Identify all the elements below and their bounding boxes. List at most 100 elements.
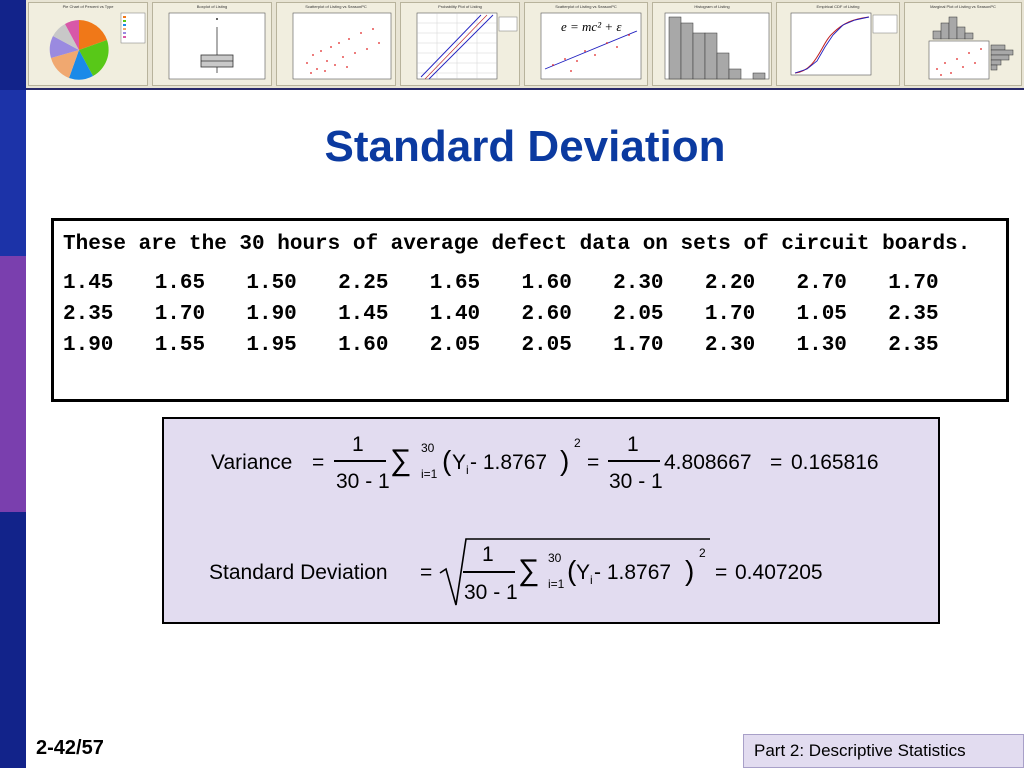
thumbnail-scatterplot: Scatterplot of Listing vs SeasonPC (276, 2, 396, 86)
marginal-plot-graphic (928, 16, 1014, 80)
data-value: 1.95 (246, 334, 297, 357)
empirical-cdf-graphic (790, 12, 898, 76)
data-value: 1.70 (154, 303, 206, 326)
thumbnail-pie-chart: Pie Chart of Percent vs Type (28, 2, 148, 86)
variable-y: Y (576, 561, 591, 584)
chart-thumbnail-strip: Pie Chart of Percent vs Type Boxplot of … (26, 0, 1024, 90)
scatterplot-graphic (292, 12, 392, 80)
data-value: 2.20 (704, 272, 756, 295)
data-value: 2.05 (521, 334, 572, 357)
sidebar-segment-bottom (0, 512, 26, 768)
fraction-bar (463, 571, 515, 573)
sum-of-squares-value: 4.808667 (664, 451, 752, 474)
boxplot-graphic (168, 12, 266, 80)
summation-symbol: ∑ (390, 444, 412, 477)
thumbnail-histogram: Histogram of Listing (652, 2, 772, 86)
fraction-numerator: 1 (352, 433, 364, 456)
data-value: 1.90 (246, 303, 297, 326)
variance-result: 0.165816 (791, 451, 879, 474)
data-value: 2.25 (338, 272, 389, 295)
right-parenthesis: ) (560, 445, 570, 476)
data-row: 2.35 1.70 1.90 1.45 1.40 2.60 2.05 1.70 1.05 2.35 (63, 299, 997, 330)
fraction-bar (334, 460, 386, 462)
right-parenthesis: ) (685, 555, 695, 586)
minus-mean: - 1.8767 (470, 451, 548, 474)
data-value: 1.50 (246, 272, 297, 295)
data-value: 1.70 (704, 303, 756, 326)
left-parenthesis: ( (567, 555, 577, 586)
data-row: 1.45 1.65 1.50 2.25 1.65 1.60 2.30 2.20 2.70 1.70 (63, 268, 997, 299)
left-color-bar (0, 0, 26, 768)
sidebar-segment-blue (0, 90, 26, 256)
left-parenthesis: ( (442, 445, 452, 476)
exponent-2: 2 (699, 546, 706, 560)
data-value: 2.30 (613, 272, 664, 295)
fraction-numerator: 1 (627, 433, 639, 456)
strip-divider (26, 88, 1024, 90)
data-value: 2.60 (521, 303, 572, 326)
data-value: 2.30 (704, 334, 756, 357)
data-value: 1.65 (429, 272, 481, 295)
defect-data-box: These are the 30 hours of average defect… (51, 218, 1009, 402)
fraction-bar (608, 460, 660, 462)
summation-lower-limit: i=1 (548, 577, 565, 591)
data-value: 2.70 (796, 272, 847, 295)
data-value: 1.90 (63, 334, 114, 357)
data-value: 1.55 (154, 334, 206, 357)
data-value: 1.60 (338, 334, 389, 357)
sidebar-segment-purple (0, 256, 26, 512)
data-value: 1.05 (796, 303, 847, 326)
thumbnail-marginal-plot: Marginal Plot of Listing vs SeasonPC (904, 2, 1022, 86)
data-value: 1.70 (613, 334, 664, 357)
equals-sign: = (770, 451, 783, 474)
footer-section-label: Part 2: Descriptive Statistics (743, 734, 1024, 768)
data-value: 2.35 (888, 334, 939, 357)
thumbnail-empirical-cdf: Empirical CDF of Listing (776, 2, 900, 86)
formula-box: Variance = 1 30 - 1 ∑ 30 i=1 ( Y i - 1.8… (162, 417, 940, 624)
fraction-denominator: 30 - 1 (336, 470, 390, 493)
summation-upper-limit: 30 (421, 441, 435, 455)
data-row: 1.90 1.55 1.95 1.60 2.05 2.05 1.70 2.30 1.30 2.35 (63, 330, 997, 361)
thumbnail-equation: e = mc² + ε (559, 19, 624, 35)
data-intro-text: These are the 30 hours of average defect… (63, 233, 971, 256)
equals-sign: = (420, 561, 433, 584)
sidebar-segment-top (0, 0, 26, 90)
data-value: 1.60 (521, 272, 572, 295)
exponent-2: 2 (574, 436, 581, 450)
scatterplot-fit-graphic (540, 12, 642, 80)
variable-y: Y (452, 451, 467, 474)
data-value: 1.45 (338, 303, 389, 326)
minus-mean: - 1.8767 (594, 561, 672, 584)
data-value: 1.45 (63, 272, 114, 295)
thumbnail-probability-plot: Probability Plot of Listing (400, 2, 520, 86)
data-value: 1.30 (796, 334, 847, 357)
data-value: 2.05 (429, 334, 481, 357)
equals-sign: = (587, 451, 600, 474)
stddev-label: Standard Deviation (209, 561, 388, 584)
data-value: 2.35 (63, 303, 114, 326)
data-value: 2.35 (888, 303, 939, 326)
page-number: 2-42/57 (36, 737, 104, 759)
equals-sign: = (715, 561, 728, 584)
data-value: 1.65 (154, 272, 206, 295)
slide-title: Standard Deviation (324, 122, 726, 171)
data-value: 1.40 (429, 303, 481, 326)
subscript-i: i (466, 463, 469, 477)
fraction-numerator: 1 (482, 543, 494, 566)
summation-lower-limit: i=1 (421, 467, 438, 481)
data-value: 1.70 (888, 272, 939, 295)
summation-upper-limit: 30 (548, 551, 562, 565)
data-value: 2.05 (613, 303, 664, 326)
equals-sign: = (312, 451, 325, 474)
thumbnail-boxplot: Boxplot of Listing (152, 2, 272, 86)
fraction-denominator: 30 - 1 (609, 470, 663, 493)
thumbnail-scatterplot-fit: Scatterplot of Listing vs SeasonPC e = m… (524, 2, 648, 86)
pie-chart-graphic (49, 12, 146, 80)
stddev-result: 0.407205 (735, 561, 823, 584)
histogram-graphic (664, 12, 770, 80)
variance-label: Variance (211, 451, 293, 474)
subscript-i: i (590, 573, 593, 587)
probability-plot-graphic (416, 12, 518, 80)
summation-symbol: ∑ (518, 554, 540, 587)
fraction-denominator: 30 - 1 (464, 581, 518, 604)
